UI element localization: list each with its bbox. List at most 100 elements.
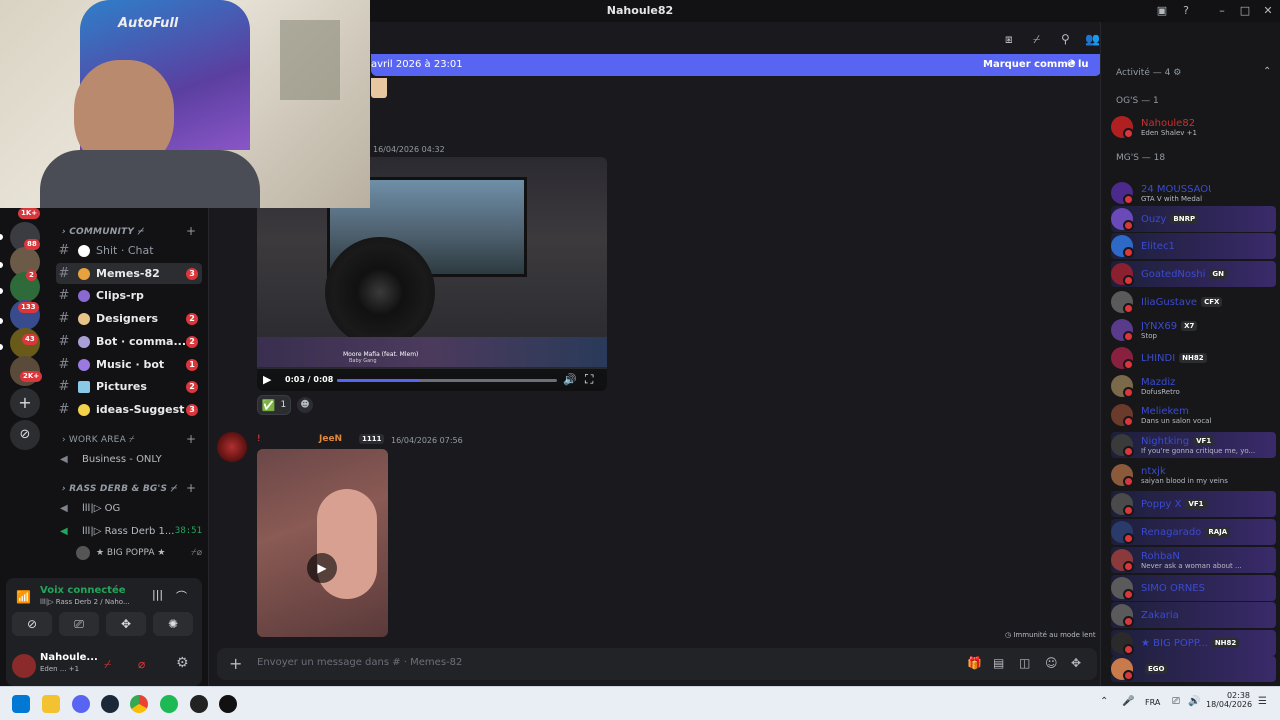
clock[interactable]: 02:38 18/04/2026 [1206,691,1252,709]
notification-icon[interactable]: ☰ [1258,696,1267,707]
add-channel-icon[interactable]: + [186,481,196,495]
apps-icon[interactable]: ✥ [1071,656,1081,670]
member-item[interactable]: Renagarado RAJA [1111,519,1276,545]
headset-muted-icon[interactable]: ⌀ [138,657,145,671]
gift-icon[interactable]: 🎁 [967,656,982,670]
chevron-up-icon[interactable]: ⌃ [1100,696,1108,707]
member-item[interactable]: Elitec1 [1111,233,1276,259]
member-item[interactable]: Mazdiz DofusRetro [1111,373,1276,399]
threads-icon[interactable]: ⧆ [1005,32,1013,47]
member-item[interactable]: ntxjk saiyan blood in my veins [1111,462,1276,488]
channel-item[interactable]: # Clips-rp [56,285,202,306]
play-icon[interactable]: ▶ [263,373,271,386]
close-button[interactable]: ✕ [1260,3,1276,19]
activities-button[interactable]: ✥ [106,612,146,636]
channel-item[interactable]: # ideas-Suggest 3 [56,399,202,420]
voice-channel-name[interactable]: lll|▷ Rass Derb 2 / Naho... [40,598,150,606]
fullscreen-icon[interactable]: ⛶ [585,372,593,387]
voice-status[interactable]: Voix connectée [40,585,126,596]
channel-item[interactable]: # Shit · Chat [56,240,202,261]
category-work[interactable]: › WORK AREA ⌿ [62,435,135,445]
image-attachment[interactable] [371,78,387,98]
gif-icon[interactable]: ▤ [993,656,1004,670]
voice-channel-active[interactable]: ◀ lll|▷ Rass Derb 1... 38:51 [56,521,202,541]
category-rass[interactable]: › RASS DERB & BG'S ⌿ [62,484,176,494]
member-item[interactable]: Zakaria [1111,602,1276,628]
attach-icon[interactable]: + [229,654,242,673]
disconnect-icon[interactable]: ⌒ [176,588,187,604]
notifications-muted-icon[interactable]: ⌿ [1033,32,1040,47]
channel-item[interactable]: # Music · bot 1 [56,354,202,375]
spotify-icon[interactable] [160,695,178,713]
category-community[interactable]: › COMMUNITY ⌿ [62,227,143,237]
avatar[interactable] [12,654,36,678]
pin-icon[interactable]: ⚲ [1061,32,1070,46]
obs-icon[interactable] [190,695,208,713]
message-composer[interactable]: + Envoyer un message dans # · Memes-82 🎁… [217,648,1097,680]
member-item[interactable]: Meliekem Dans un salon vocal [1111,402,1276,428]
member-item[interactable]: RohbaN Never ask a woman about ... [1111,547,1276,573]
member-item[interactable]: GoatedNoshi GN [1111,261,1276,287]
explore-icon[interactable]: ⊘ [10,420,40,450]
maximize-button[interactable]: □ [1237,3,1253,19]
voice-member[interactable]: ★ BIG POPPA ★ ⌿⌀ [76,543,202,563]
message-input[interactable]: Envoyer un message dans # · Memes-82 [257,657,462,668]
volume-icon[interactable]: 🔊 [1188,696,1200,707]
discord-icon[interactable] [72,695,90,713]
user-name[interactable]: Nahoule... [40,652,98,663]
emoji-icon[interactable]: ☺ [1045,656,1058,670]
guild-tag[interactable]: 1111 [359,434,385,444]
explorer-icon[interactable] [42,695,60,713]
mic-icon[interactable]: 🎤 [1122,696,1134,707]
member-item[interactable]: Poppy X VF1 [1111,491,1276,517]
language-indicator[interactable]: FRA [1145,698,1160,707]
activity-header[interactable]: Activité — 4 ⚙ [1116,68,1181,78]
voice-channel[interactable]: ◀ lll|▷ OG [56,498,202,518]
start-icon[interactable] [12,695,30,713]
member-item[interactable]: ★ BIG POPP... NH82 [1111,630,1276,656]
mic-muted-icon[interactable]: ⌿ [104,657,111,672]
member-item[interactable]: Nahoule82 Eden Shalev +1 [1111,114,1276,140]
minimize-button[interactable]: – [1214,3,1230,19]
member-item[interactable]: SIMO ORNES [1111,575,1276,601]
message-author[interactable]: JeeN [319,434,342,444]
member-status: GTA V with Medal [1141,194,1203,203]
member-item[interactable]: Ouzy BNRP [1111,206,1276,232]
volume-icon[interactable]: 🔊 [563,373,577,386]
chevron-up-icon[interactable]: ⌃ [1263,66,1271,77]
member-item[interactable]: JYNX69 X7 Stop [1111,317,1276,343]
camera-button[interactable]: ⊘ [12,612,52,636]
app-icon[interactable] [219,695,237,713]
screen-share-button[interactable]: ⎚ [59,612,99,636]
help-icon[interactable]: ? [1178,3,1194,19]
play-icon[interactable]: ▶ [307,553,337,583]
video-progress[interactable] [337,379,557,382]
member-item[interactable]: IliaGustave CFX [1111,289,1276,315]
steam-icon[interactable] [101,695,119,713]
channel-item-memes[interactable]: # Memes-82 3 [56,263,202,284]
member-item[interactable]: Nightking VF1 If you're gonna critique me,… [1111,432,1276,458]
new-messages-banner[interactable]: avril 2026 à 23:01 Marquer comme lu ◔ [371,54,1101,76]
avatar[interactable] [217,432,247,462]
voice-channel[interactable]: ◀ Business - ONLY [56,449,202,469]
member-item[interactable]: LHINDI NH82 [1111,345,1276,371]
member-item[interactable]: 24 MOUSSAOUI GTA V with Medal [1111,180,1276,206]
channel-item[interactable]: # Designers 2 [56,308,202,329]
add-channel-icon[interactable]: + [186,224,196,238]
member-list-icon[interactable]: 👥 [1085,32,1100,46]
video-attachment[interactable]: ▶ [257,449,388,637]
network-icon[interactable]: ⎚ [1172,696,1180,707]
reaction-check[interactable]: ✅ 1 [257,395,291,415]
add-server-icon[interactable]: + [10,388,40,418]
add-channel-icon[interactable]: + [186,432,196,446]
channel-item[interactable]: # Bot · comma... 2 [56,331,202,352]
inbox-icon[interactable]: ▣ [1154,3,1170,19]
soundboard-icon[interactable]: ||| [152,588,163,601]
soundboard-button[interactable]: ✺ [153,612,193,636]
member-item[interactable]: EGO [1111,656,1276,682]
add-reaction-icon[interactable]: ☻ [297,397,313,413]
channel-item[interactable]: # Pictures 2 [56,376,202,397]
chrome-icon[interactable] [130,695,148,713]
settings-icon[interactable]: ⚙ [176,655,189,671]
sticker-icon[interactable]: ◫ [1019,656,1030,670]
